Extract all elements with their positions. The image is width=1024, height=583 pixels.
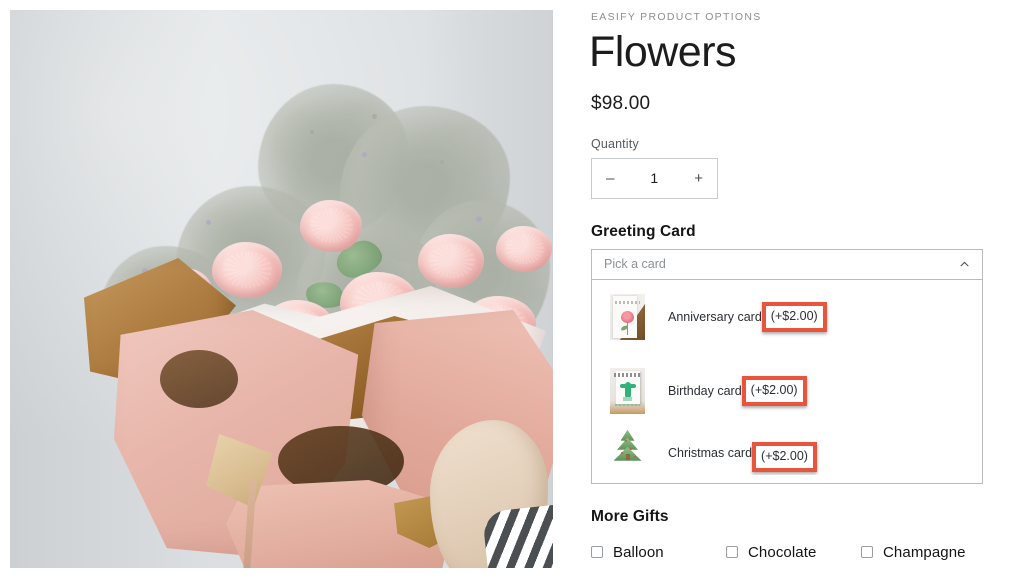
option-price-highlight: (+$2.00) <box>761 301 827 332</box>
more-gifts-section-title: More Gifts <box>591 507 669 525</box>
greeting-card-option-christmas[interactable]: Christmas card (+$2.00) <box>592 428 982 475</box>
checkbox-item-balloon[interactable]: Balloon <box>591 534 726 571</box>
carnation-bloom <box>496 226 552 272</box>
carnation-bloom <box>418 234 484 288</box>
lilac-floret <box>206 220 211 225</box>
product-photo-flowers <box>10 10 553 568</box>
greeting-card-select: Pick a card Anniversary card (+$2.00) Bi… <box>591 248 983 484</box>
checkbox-label: Balloon <box>613 543 664 561</box>
option-label: Christmas card <box>668 445 753 460</box>
checkbox-box-icon[interactable] <box>861 546 873 559</box>
checkbox-item-chocolate[interactable]: Chocolate <box>726 534 861 571</box>
paper-fold-shadow <box>160 350 238 408</box>
quantity-increase-button[interactable]: + <box>694 171 703 186</box>
greenery-speck <box>440 160 444 164</box>
option-price: (+$2.00) <box>770 308 818 323</box>
product-page: EASIFY PRODUCT OPTIONS Flowers $98.00 Qu… <box>0 0 1024 583</box>
greenery-speck <box>310 130 314 134</box>
greeting-card-option-birthday[interactable]: Birthday card (+$2.00) <box>592 354 982 428</box>
christmas-card-thumbnail <box>610 429 645 470</box>
option-price-highlight: (+$2.00) <box>741 375 807 406</box>
greeting-card-option-anniversary[interactable]: Anniversary card (+$2.00) <box>592 280 982 354</box>
greeting-card-section-title: Greeting Card <box>591 222 696 240</box>
checkbox-item-champagne[interactable]: Champagne <box>861 534 983 571</box>
product-details-panel: EASIFY PRODUCT OPTIONS Flowers $98.00 Qu… <box>589 0 1024 583</box>
product-image-gallery[interactable] <box>10 10 553 568</box>
option-price: (+$2.00) <box>750 382 798 397</box>
carnation-bloom <box>300 200 362 252</box>
option-label: Anniversary card <box>668 309 762 324</box>
greeting-card-select-trigger[interactable]: Pick a card <box>591 248 983 280</box>
greenery-speck <box>372 114 377 119</box>
quantity-label: Quantity <box>591 136 639 151</box>
checkbox-label: Champagne <box>883 543 966 561</box>
checkbox-box-icon[interactable] <box>591 546 603 559</box>
checkbox-label: Chocolate <box>748 543 817 561</box>
quantity-stepper[interactable]: – 1 + <box>591 157 718 199</box>
checkbox-item-cake[interactable]: Cake <box>591 571 726 583</box>
chevron-up-icon[interactable] <box>958 258 971 271</box>
checkbox-box-icon[interactable] <box>726 546 738 559</box>
option-price: (+$2.00) <box>761 448 808 463</box>
carnation-bloom <box>212 242 282 298</box>
product-vendor: EASIFY PRODUCT OPTIONS <box>591 11 762 23</box>
product-price: $98.00 <box>591 92 651 114</box>
page-title: Flowers <box>589 28 737 76</box>
quantity-decrease-button[interactable]: – <box>606 171 614 186</box>
checkbox-item-sparkling-wine[interactable]: Sparkling Wine <box>726 571 861 583</box>
quantity-value[interactable]: 1 <box>650 170 658 186</box>
birthday-card-thumbnail <box>610 367 645 414</box>
anniversary-card-thumbnail <box>610 293 645 340</box>
more-gifts-checkbox-group: Balloon Chocolate Champagne Cake Sparkli… <box>591 534 983 583</box>
option-price-highlight: (+$2.00) <box>752 441 817 472</box>
greeting-card-placeholder: Pick a card <box>604 257 666 272</box>
option-label: Birthday card <box>668 383 742 398</box>
greeting-card-option-list[interactable]: Anniversary card (+$2.00) Birthday card … <box>591 279 983 484</box>
lilac-floret <box>362 152 367 157</box>
lilac-floret <box>476 216 482 222</box>
